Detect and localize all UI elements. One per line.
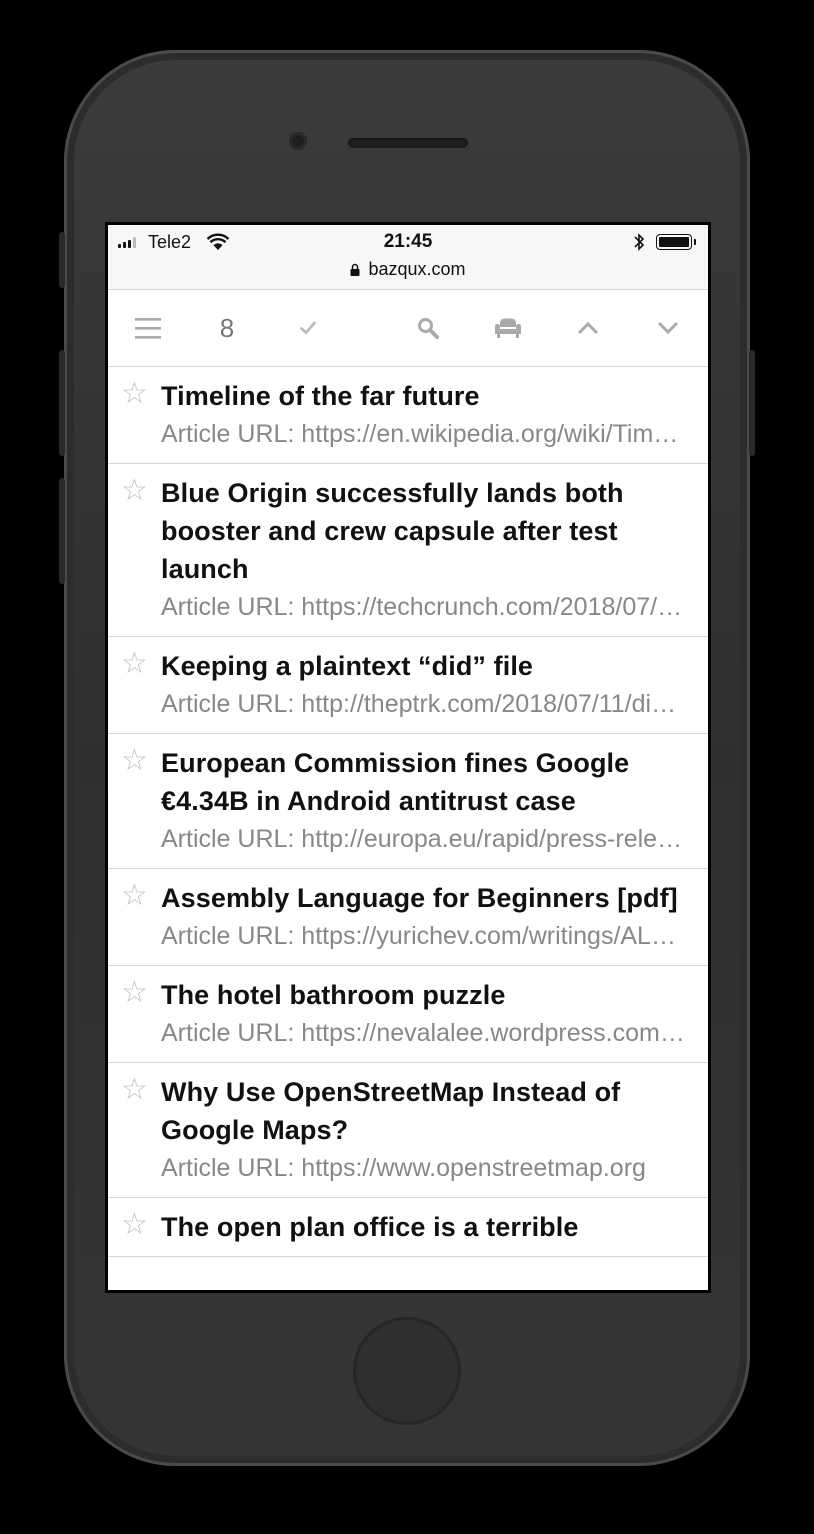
checkmark-icon: [300, 321, 316, 335]
earpiece-speaker: [348, 138, 468, 148]
article-url: Article URL: https://en.wikipedia.org/wi…: [161, 420, 688, 448]
phone-screen: Tele2 21:45 bazqux.com 8 ☆ Timeline of t…: [105, 222, 711, 1293]
previous-article-button[interactable]: [558, 290, 618, 366]
list-item[interactable]: ☆ Blue Origin successfully lands both bo…: [108, 464, 708, 637]
front-camera: [289, 132, 307, 150]
star-icon[interactable]: ☆: [121, 649, 148, 679]
menu-button[interactable]: [118, 290, 178, 366]
star-icon[interactable]: ☆: [121, 379, 148, 409]
search-button[interactable]: [398, 290, 458, 366]
article-url: Article URL: https://nevalalee.wordpress…: [161, 1019, 688, 1047]
star-icon[interactable]: ☆: [121, 1075, 148, 1105]
battery-cap: [694, 239, 696, 245]
list-item[interactable]: ☆ European Commission fines Google €4.34…: [108, 734, 708, 869]
bluetooth-icon: [634, 233, 645, 251]
unread-count: 8: [219, 312, 235, 343]
article-url: Article URL: https://www.openstreetmap.o…: [161, 1154, 646, 1182]
article-title: Assembly Language for Beginners [pdf]: [161, 883, 678, 913]
article-title: Blue Origin successfully lands both boos…: [161, 478, 624, 584]
view-mode-button[interactable]: [478, 290, 538, 366]
list-item[interactable]: ☆ The open plan office is a terrible: [108, 1198, 708, 1257]
volume-down-button: [59, 478, 65, 584]
menu-icon: [135, 318, 161, 339]
clock: 21:45: [383, 231, 433, 252]
star-icon[interactable]: ☆: [121, 476, 148, 506]
star-icon[interactable]: ☆: [121, 746, 148, 776]
mark-read-button[interactable]: [278, 290, 338, 366]
list-item[interactable]: ☆ Assembly Language for Beginners [pdf] …: [108, 869, 708, 966]
chevron-down-icon: [657, 321, 679, 335]
battery-icon: [656, 234, 692, 250]
article-list: ☆ Timeline of the far future Article URL…: [108, 367, 708, 1257]
reader-toolbar: 8: [108, 290, 708, 367]
article-title: Timeline of the far future: [161, 381, 480, 411]
status-bar: Tele2 21:45 bazqux.com: [108, 225, 708, 290]
article-title: Keeping a plaintext “did” file: [161, 651, 534, 681]
lock-icon: [350, 263, 360, 276]
star-icon[interactable]: ☆: [121, 1210, 148, 1240]
star-icon[interactable]: ☆: [121, 881, 148, 911]
address-bar[interactable]: bazqux.com: [108, 259, 708, 280]
home-button[interactable]: [353, 1317, 461, 1425]
article-url: Article URL: https://techcrunch.com/2018…: [161, 593, 688, 621]
article-url: Article URL: http://theptrk.com/2018/07/…: [161, 690, 688, 718]
volume-up-button: [59, 350, 65, 456]
article-url: Article URL: http://europa.eu/rapid/pres…: [161, 825, 688, 853]
power-button: [749, 350, 755, 456]
unread-count-button[interactable]: 8: [197, 290, 257, 366]
list-item[interactable]: ☆ The hotel bathroom puzzle Article URL:…: [108, 966, 708, 1063]
armchair-icon: [495, 318, 521, 338]
article-title: The hotel bathroom puzzle: [161, 980, 506, 1010]
list-item[interactable]: ☆ Timeline of the far future Article URL…: [108, 367, 708, 464]
screen-content: Tele2 21:45 bazqux.com 8 ☆ Timeline of t…: [108, 225, 708, 1290]
star-icon[interactable]: ☆: [121, 978, 148, 1008]
mute-switch: [59, 232, 65, 288]
list-item[interactable]: ☆ Keeping a plaintext “did” file Article…: [108, 637, 708, 734]
list-item[interactable]: ☆ Why Use OpenStreetMap Instead of Googl…: [108, 1063, 708, 1198]
chevron-up-icon: [577, 321, 599, 335]
article-title: European Commission fines Google €4.34B …: [161, 748, 630, 816]
search-icon: [418, 318, 439, 339]
page-url: bazqux.com: [368, 259, 466, 279]
article-title: The open plan office is a terrible: [161, 1212, 579, 1242]
article-url: Article URL: https://yurichev.com/writin…: [161, 922, 688, 950]
next-article-button[interactable]: [638, 290, 698, 366]
article-title: Why Use OpenStreetMap Instead of Google …: [161, 1077, 621, 1145]
